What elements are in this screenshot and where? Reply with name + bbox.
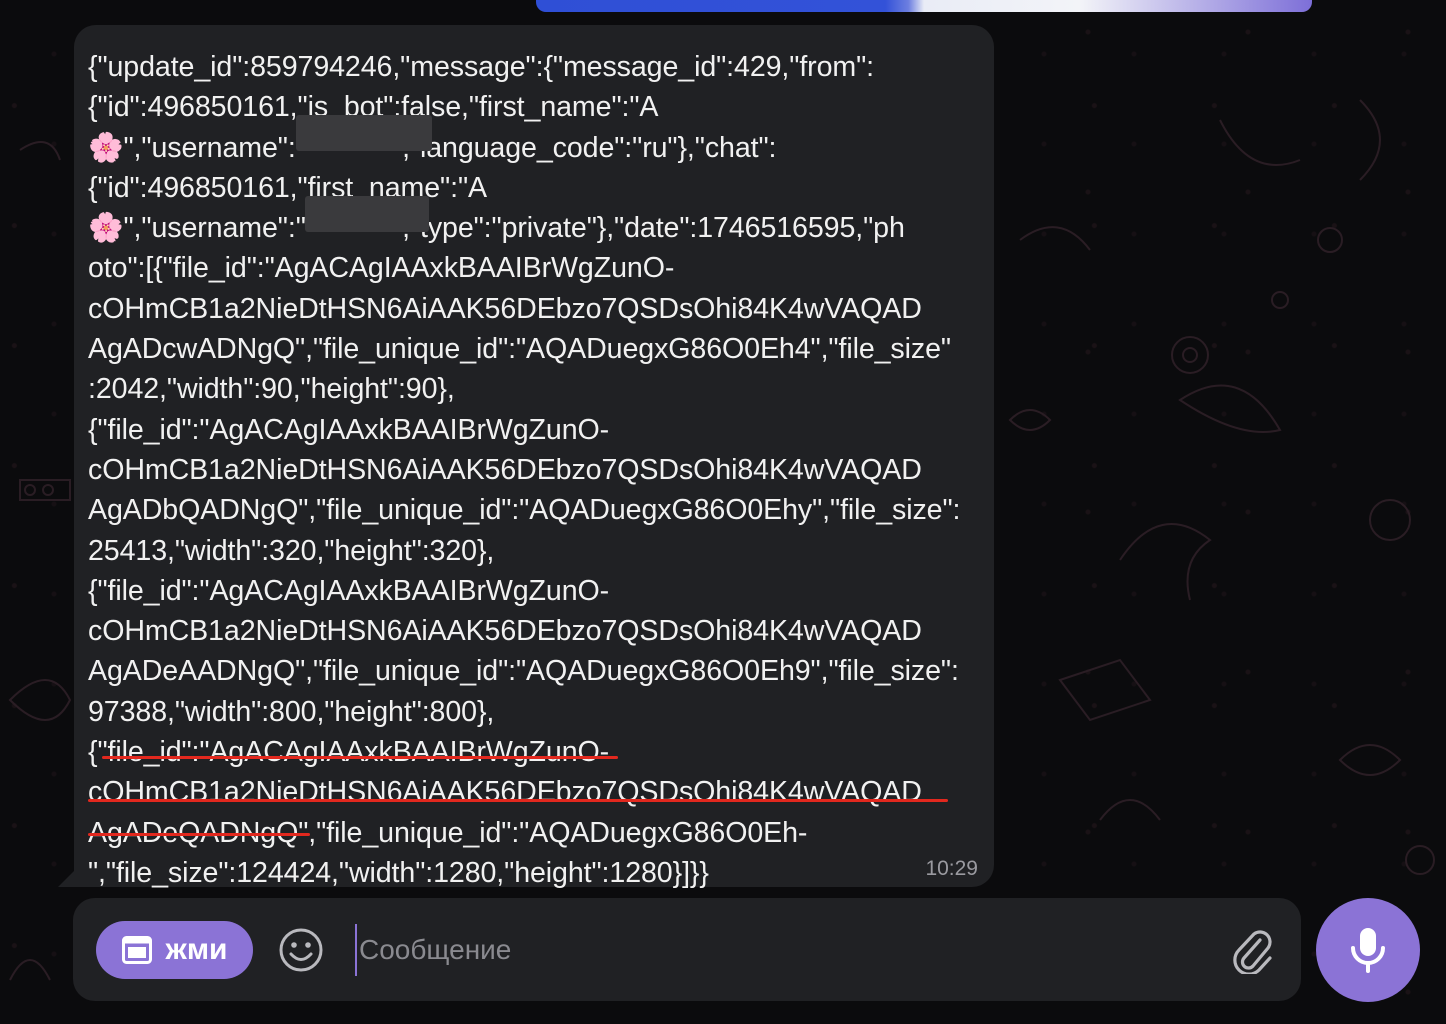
message-line: {"id":496850161,"first_name":"A xyxy=(88,171,487,204)
message-line: {"file_id":"AgACAgIAAxkBAAIBrWgZunO- xyxy=(88,413,610,446)
message-line: cOHmCB1a2NieDtHSN6AiAAK56DEbzo7QSDsOhi84… xyxy=(88,776,922,809)
paperclip-icon[interactable] xyxy=(1230,926,1274,974)
message-line: AgADbQADNgQ","file_unique_id":"AQADuegxG… xyxy=(88,494,961,527)
message-line: :2042,"width":90,"height":90}, xyxy=(88,373,455,406)
message-line: AgADcwADNgQ","file_unique_id":"AQADuegxG… xyxy=(88,333,951,366)
highlight-underline xyxy=(88,799,948,802)
redacted-username xyxy=(296,115,432,151)
bot-menu-label: жми xyxy=(165,933,228,966)
message-line: AgADeAADNgQ","file_unique_id":"AQADuegxG… xyxy=(88,655,959,688)
window-square-icon xyxy=(121,936,152,964)
message-line: cOHmCB1a2NieDtHSN6AiAAK56DEbzo7QSDsOhi84… xyxy=(88,453,922,486)
message-line: ","file_size":124424,"width":1280,"heigh… xyxy=(88,856,709,889)
message-input[interactable] xyxy=(355,924,1199,976)
message-line: 🌸","username":" ","language_code":"ru"},… xyxy=(88,131,777,164)
pinned-preview-strip[interactable] xyxy=(536,0,1312,12)
highlight-underline xyxy=(102,756,618,759)
message-line: 🌸","username":" ","type":"private"},"dat… xyxy=(88,212,905,245)
highlight-underline xyxy=(88,833,310,836)
voice-record-button[interactable] xyxy=(1316,898,1420,1002)
message-line: {"file_id":"AgACAgIAAxkBAAIBrWgZunO- xyxy=(88,574,610,607)
redacted-username xyxy=(305,196,429,232)
message-time: 10:29 xyxy=(925,857,978,880)
message-text: {"update_id":859794246,"message":{"messa… xyxy=(88,47,980,893)
message-line: oto":[{"file_id":"AgACAgIAAxkBAAIBrWgZun… xyxy=(88,252,675,285)
message-line: 25413,"width":320,"height":320}, xyxy=(88,534,495,567)
message-line: {"file_id":"AgACAgIAAxkBAAIBrWgZunO- xyxy=(88,736,610,769)
message-line: cOHmCB1a2NieDtHSN6AiAAK56DEbzo7QSDsOhi84… xyxy=(88,615,922,648)
message-line: 97388,"width":800,"height":800}, xyxy=(88,695,495,728)
message-line: {"id":496850161,"is_bot":false,"first_na… xyxy=(88,91,659,124)
message-line: {"update_id":859794246,"message":{"messa… xyxy=(88,51,875,83)
microphone-icon xyxy=(1351,928,1385,973)
smiley-icon[interactable] xyxy=(278,927,324,973)
message-composer: жми xyxy=(73,898,1301,1001)
message-line: cOHmCB1a2NieDtHSN6AiAAK56DEbzo7QSDsOhi84… xyxy=(88,292,922,325)
bot-menu-button[interactable]: жми xyxy=(96,921,253,979)
